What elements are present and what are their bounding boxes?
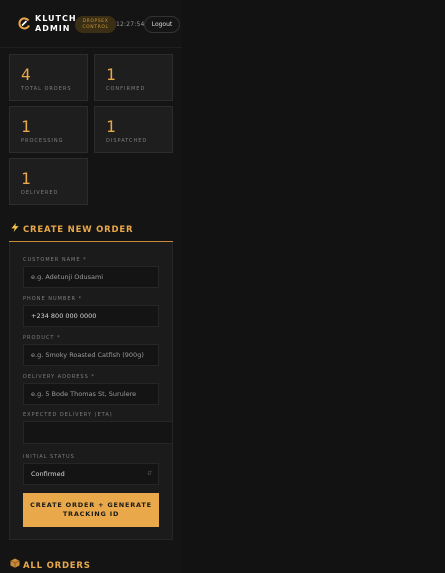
- delivery-address-input[interactable]: e.g. 5 Bode Thomas St, Surulere: [23, 383, 159, 405]
- stat-label: DELIVERED: [21, 190, 59, 196]
- top-bar: KLUTCH ADMIN DROPSEX CONTROL 12:27:54 Lo…: [0, 0, 182, 48]
- stat-value: 1: [21, 169, 31, 188]
- stat-label: CONFIRMED: [106, 86, 146, 92]
- stat-label: PROCESSING: [21, 138, 64, 144]
- create-order-heading: CREATE NEW ORDER: [10, 223, 133, 235]
- stat-card-delivered: 1 DELIVERED: [9, 158, 88, 205]
- create-order-title: CREATE NEW ORDER: [23, 225, 134, 235]
- clock: 12:27:54: [116, 21, 145, 28]
- mode-badge: DROPSEX CONTROL: [75, 16, 116, 33]
- badge-line-2: CONTROL: [82, 24, 109, 30]
- stat-label: DISPATCHED: [106, 138, 148, 144]
- lightning-icon: [11, 223, 19, 232]
- create-order-button-line-1: CREATE ORDER + GENERATE: [30, 501, 152, 509]
- all-orders-title: ALL ORDERS: [23, 561, 91, 571]
- chevron-down-icon: ⇵: [146, 470, 152, 477]
- product-label: PRODUCT *: [23, 335, 61, 341]
- product-input[interactable]: e.g. Smoky Roasted Catfish (900g): [23, 344, 159, 366]
- initial-status-select[interactable]: Confirmed ⇵: [23, 463, 159, 485]
- stat-card-processing: 1 PROCESSING: [9, 106, 88, 153]
- logout-button[interactable]: Logout: [144, 16, 180, 33]
- stat-card-dispatched: 1 DISPATCHED: [94, 106, 173, 153]
- stat-card-total-orders: 4 TOTAL ORDERS: [9, 54, 88, 101]
- stat-label: TOTAL ORDERS: [21, 86, 72, 92]
- all-orders-heading: ALL ORDERS: [10, 558, 91, 571]
- stat-value: 1: [106, 65, 116, 84]
- brand-line-1: KLUTCH: [35, 14, 77, 23]
- stat-value: 1: [106, 117, 116, 136]
- package-icon: [10, 558, 20, 568]
- logo-icon: [18, 17, 30, 30]
- phone-number-input[interactable]: +234 800 000 0000: [23, 305, 159, 327]
- eta-label: EXPECTED DELIVERY (ETA): [23, 412, 113, 418]
- initial-status-label: INITIAL STATUS: [23, 454, 75, 460]
- customer-name-label: CUSTOMER NAME *: [23, 257, 87, 263]
- delivery-address-label: DELIVERY ADDRESS *: [23, 374, 95, 380]
- eta-input[interactable]: [23, 421, 173, 444]
- brand-name[interactable]: KLUTCH ADMIN: [35, 14, 77, 34]
- stat-card-confirmed: 1 CONFIRMED: [94, 54, 173, 101]
- brand-line-2: ADMIN: [35, 24, 71, 33]
- customer-name-input[interactable]: e.g. Adetunji Odusami: [23, 266, 159, 288]
- create-order-button-line-2: TRACKING ID: [62, 510, 120, 518]
- stat-value: 4: [21, 65, 31, 84]
- create-order-button[interactable]: CREATE ORDER + GENERATE TRACKING ID: [23, 493, 159, 527]
- initial-status-value: Confirmed: [31, 470, 65, 478]
- stat-value: 1: [21, 117, 31, 136]
- phone-number-label: PHONE NUMBER *: [23, 296, 83, 302]
- empty-area: [182, 0, 445, 573]
